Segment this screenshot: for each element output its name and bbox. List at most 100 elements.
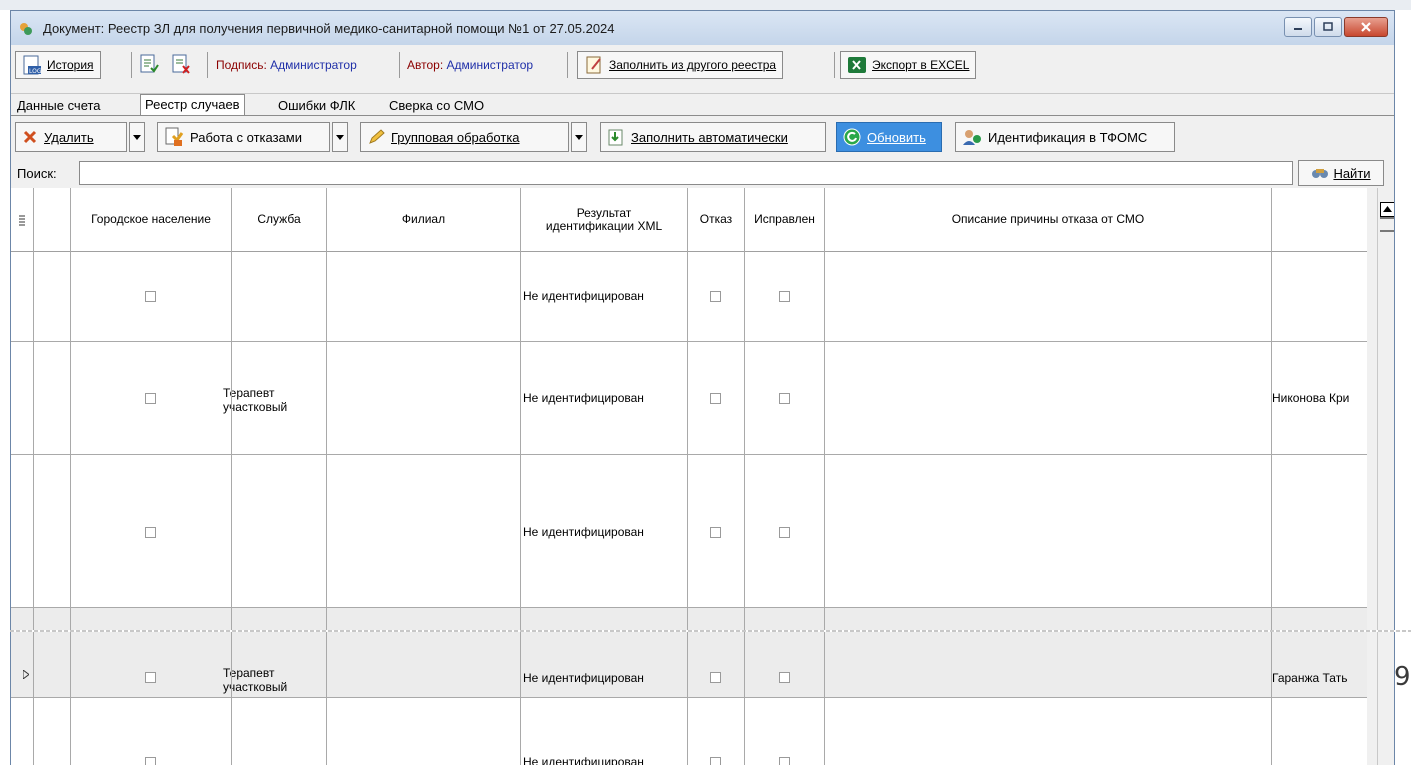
col-header-branch[interactable]: Филиал bbox=[327, 188, 520, 251]
extra-cell: Гаранжа Тать bbox=[1272, 671, 1348, 685]
author-value: Администратор bbox=[446, 58, 534, 72]
corrected-checkbox[interactable] bbox=[779, 672, 790, 683]
fill-from-other-registry-button[interactable]: Заполнить из другого реестра bbox=[577, 51, 784, 79]
notepad-icon bbox=[586, 56, 601, 74]
delete-dropdown[interactable] bbox=[129, 122, 145, 152]
minimize-button[interactable] bbox=[1284, 17, 1312, 37]
window-title: Документ: Реестр ЗЛ для получения первич… bbox=[43, 21, 615, 36]
window-controls bbox=[1284, 17, 1388, 37]
xml-result-cell: Не идентифицирован bbox=[523, 289, 644, 303]
delete-button[interactable]: Удалить bbox=[15, 122, 127, 152]
refusal-checkbox[interactable] bbox=[710, 757, 721, 765]
refusal-checkbox[interactable] bbox=[710, 527, 721, 538]
delete-label: Удалить bbox=[44, 129, 94, 145]
column-divider bbox=[687, 188, 688, 765]
col-header-service[interactable]: Служба bbox=[232, 188, 326, 251]
find-label: Найти bbox=[1333, 165, 1371, 181]
scroll-top-button[interactable] bbox=[1380, 202, 1394, 232]
corrected-checkbox[interactable] bbox=[779, 527, 790, 538]
pencil-icon bbox=[369, 129, 385, 144]
log-icon: LOG bbox=[23, 55, 42, 75]
group-processing-dropdown[interactable] bbox=[571, 122, 587, 152]
col-header-urban-population[interactable]: Городское население bbox=[71, 188, 231, 251]
corrected-checkbox[interactable] bbox=[779, 291, 790, 302]
chevron-down-icon bbox=[575, 134, 583, 140]
column-divider bbox=[520, 188, 521, 765]
author-info: Автор: Администратор bbox=[407, 58, 533, 72]
xml-result-cell: Не идентифицирован bbox=[523, 671, 644, 685]
scroll-to-top-icon bbox=[1380, 202, 1394, 232]
col-header-xml-result[interactable]: Результат идентификации XML bbox=[521, 188, 687, 251]
urban-population-checkbox[interactable] bbox=[145, 757, 156, 765]
identify-tfoms-button[interactable]: Идентификация в ТФОМС bbox=[955, 122, 1175, 152]
unsign-document-icon[interactable] bbox=[171, 53, 191, 75]
urban-population-checkbox[interactable] bbox=[145, 527, 156, 538]
author-label: Автор: bbox=[407, 58, 444, 72]
refusal-checkbox[interactable] bbox=[710, 672, 721, 683]
refusals-label: Работа с отказами bbox=[190, 129, 302, 145]
table-row[interactable]: Не идентифицирован bbox=[11, 455, 1367, 608]
urban-population-checkbox[interactable] bbox=[145, 672, 156, 683]
maximize-button[interactable] bbox=[1314, 17, 1342, 37]
col-header-smo-refusal-reason[interactable]: Описание причины отказа от СМО bbox=[825, 188, 1271, 251]
document-app-icon bbox=[20, 23, 32, 35]
column-divider bbox=[70, 188, 71, 765]
separator bbox=[207, 52, 208, 78]
refusal-checkbox[interactable] bbox=[710, 291, 721, 302]
close-button[interactable] bbox=[1344, 17, 1388, 37]
tab-flk-errors[interactable]: Ошибки ФЛК bbox=[274, 96, 359, 115]
fill-automatically-label: Заполнить автоматически bbox=[631, 129, 788, 145]
table-row[interactable]: Не идентифицирован bbox=[11, 698, 1367, 765]
excel-icon bbox=[848, 57, 866, 73]
fill-automatically-button[interactable]: Заполнить автоматически bbox=[600, 122, 826, 152]
binoculars-icon bbox=[1312, 169, 1329, 178]
sign-document-icon[interactable] bbox=[139, 53, 159, 75]
overlay-divider bbox=[10, 630, 1411, 632]
signature-info: Подпись: Администратор bbox=[216, 58, 357, 72]
history-button[interactable]: LOG История bbox=[15, 51, 101, 79]
col-header-corrected[interactable]: Исправлен bbox=[745, 188, 824, 251]
refresh-button[interactable]: Обновить bbox=[836, 122, 942, 152]
refusals-dropdown[interactable] bbox=[332, 122, 348, 152]
refusals-button[interactable]: Работа с отказами bbox=[157, 122, 330, 152]
urban-population-checkbox[interactable] bbox=[145, 393, 156, 404]
separator bbox=[131, 52, 132, 78]
xml-result-cell: Не идентифицирован bbox=[523, 391, 644, 405]
table-row[interactable]: Не идентифицирован bbox=[11, 251, 1367, 342]
table-row-selected[interactable]: Терапевт участковый Не идентифицирован Г… bbox=[11, 608, 1367, 698]
chevron-down-icon bbox=[133, 134, 141, 140]
export-excel-button[interactable]: Экспорт в EXCEL bbox=[840, 51, 977, 79]
delete-icon bbox=[23, 130, 37, 144]
column-divider bbox=[326, 188, 327, 765]
search-input[interactable] bbox=[79, 161, 1293, 185]
corrected-checkbox[interactable] bbox=[779, 393, 790, 404]
group-processing-label: Групповая обработка bbox=[391, 129, 520, 145]
close-icon bbox=[1361, 22, 1371, 32]
refusal-checkbox[interactable] bbox=[710, 393, 721, 404]
export-excel-label: Экспорт в EXCEL bbox=[872, 58, 970, 72]
col-header-refusal[interactable]: Отказ bbox=[688, 188, 744, 251]
users-icon bbox=[963, 130, 981, 145]
table-row[interactable]: Терапевт участковый Не идентифицирован Н… bbox=[11, 342, 1367, 455]
separator bbox=[834, 52, 835, 78]
page-number: 9 bbox=[1394, 662, 1411, 692]
title-bar: Документ: Реестр ЗЛ для получения первич… bbox=[11, 11, 1394, 46]
fill-from-other-registry-label: Заполнить из другого реестра bbox=[609, 58, 777, 72]
tab-cases-registry[interactable]: Реестр случаев bbox=[140, 94, 245, 116]
service-cell: Терапевт участковый bbox=[223, 666, 288, 694]
urban-population-checkbox[interactable] bbox=[145, 291, 156, 302]
refresh-label: Обновить bbox=[867, 129, 926, 145]
column-divider bbox=[824, 188, 825, 765]
find-button[interactable]: Найти bbox=[1298, 160, 1384, 186]
group-processing-button[interactable]: Групповая обработка bbox=[360, 122, 569, 152]
vertical-scrollbar[interactable] bbox=[1377, 188, 1394, 765]
current-row-icon bbox=[23, 670, 29, 679]
corrected-checkbox[interactable] bbox=[779, 757, 790, 765]
tab-account-data[interactable]: Данные счета bbox=[13, 96, 105, 115]
cases-grid: Городское население Служба Филиал Резуль… bbox=[11, 188, 1367, 765]
row-selector-header[interactable] bbox=[11, 188, 33, 251]
xml-result-cell: Не идентифицирован bbox=[523, 755, 644, 765]
xml-result-cell: Не идентифицирован bbox=[523, 525, 644, 539]
chevron-down-icon bbox=[336, 134, 344, 140]
tab-smo-reconciliation[interactable]: Сверка со СМО bbox=[385, 96, 488, 115]
